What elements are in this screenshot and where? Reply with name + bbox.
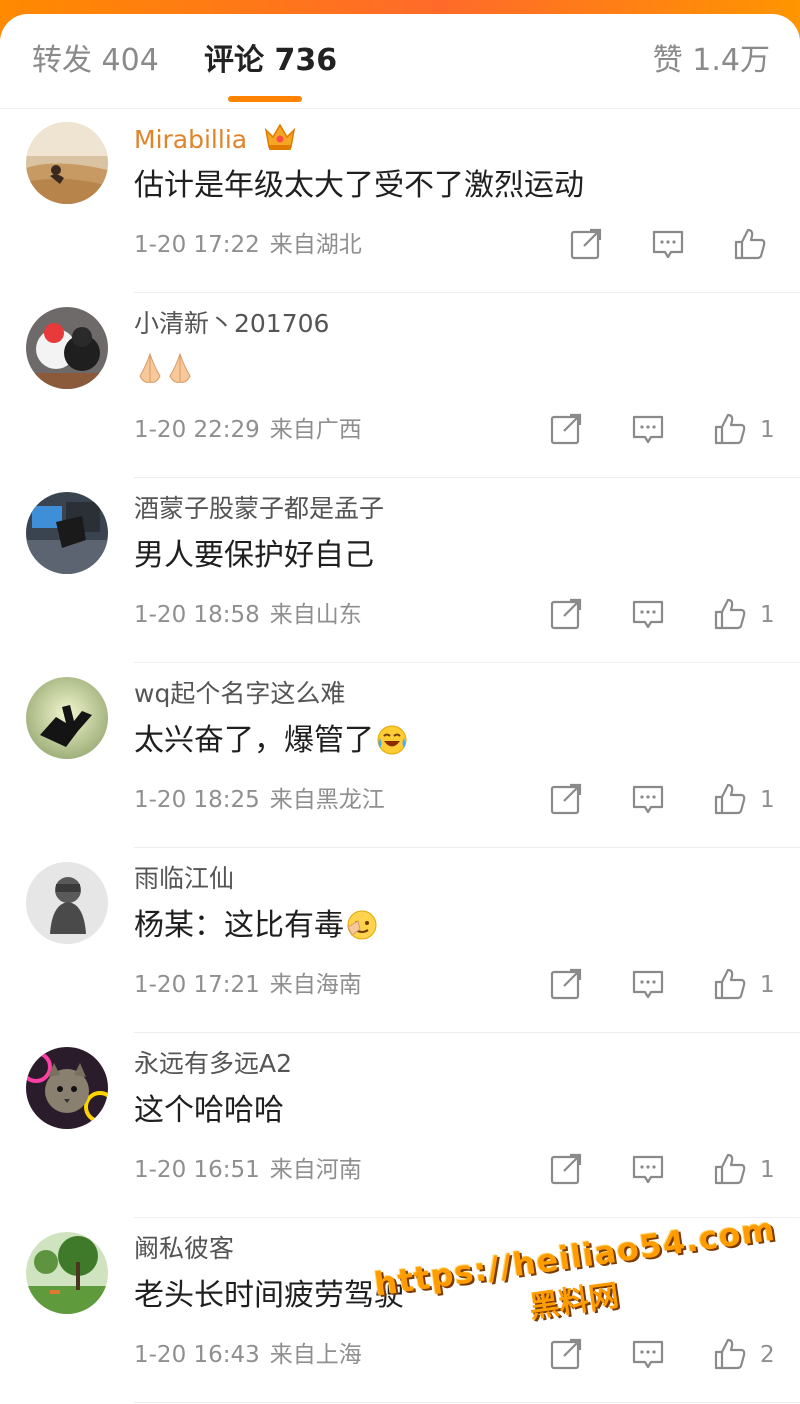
avatar[interactable]: [26, 1232, 108, 1314]
username[interactable]: 阚私彼客: [134, 1232, 234, 1266]
comment-meta: 1-20 22:29 来自广西: [134, 413, 362, 447]
comment-location: 来自广西: [269, 417, 362, 443]
comment-location: 来自河南: [269, 1157, 362, 1183]
comment-text: 男人要保护好自己: [134, 538, 374, 573]
comment-location: 来自海南: [269, 972, 362, 998]
thumbs-up-icon[interactable]: [712, 1336, 748, 1372]
comment-icon[interactable]: [650, 226, 686, 262]
tab-comments[interactable]: 评论 736: [204, 41, 337, 81]
thumbs-up-icon[interactable]: [732, 226, 768, 262]
comment-meta: 1-20 16:51 来自河南: [134, 1153, 362, 1187]
comment-icon[interactable]: [630, 1336, 666, 1372]
comment-item: wq起个名字这么难 太兴奋了，爆管了 1-20 18:25 来自黑龙江 1: [0, 663, 800, 848]
comment-item: 酒蒙子股蒙子都是孟子 男人要保护好自己 1-20 18:58 来自山东 1: [0, 478, 800, 663]
laughing-crying-emoji-icon: [376, 724, 408, 769]
comment-text: 估计是年级太大了受不了激烈运动: [134, 168, 584, 203]
share-icon[interactable]: [548, 781, 584, 817]
comment-text-body: 太兴奋了，爆管了: [134, 723, 374, 758]
comment-text: 太兴奋了，爆管了: [134, 719, 408, 769]
comment-text: 杨某：这比有毒: [134, 904, 378, 954]
comment-item: 雨临江仙 杨某：这比有毒 1-20 17:21 来自海南 1: [0, 848, 800, 1033]
comment-location: 来自湖北: [269, 232, 362, 258]
comment-meta: 1-20 17:21 来自海南: [134, 968, 362, 1002]
comment-item: 永远有多远A2 这个哈哈哈 1-20 16:51 来自河南 1: [0, 1033, 800, 1218]
avatar[interactable]: [26, 1047, 108, 1129]
comment-location: 来自上海: [269, 1342, 362, 1368]
comment-text-body: 杨某：这比有毒: [134, 908, 344, 943]
crown-icon: [264, 123, 296, 150]
thumbs-up-icon[interactable]: [712, 1151, 748, 1187]
comment-location: 来自山东: [269, 602, 362, 628]
thumbs-up-icon[interactable]: [712, 966, 748, 1002]
salute-emoji-icon: [346, 909, 378, 954]
username-text[interactable]: Mirabillia: [134, 125, 247, 154]
comment-time: 1-20 18:25: [134, 787, 260, 813]
username[interactable]: Mirabillia: [134, 122, 297, 157]
comment-time: 1-20 17:22: [134, 232, 260, 258]
divider: [134, 1402, 800, 1403]
share-icon[interactable]: [548, 1336, 584, 1372]
comment-icon[interactable]: [630, 596, 666, 632]
username[interactable]: wq起个名字这么难: [134, 677, 345, 711]
share-icon[interactable]: [548, 596, 584, 632]
like-count: 1: [760, 787, 775, 813]
tab-likes[interactable]: 赞 1.4万: [653, 41, 770, 81]
active-tab-indicator: [228, 96, 302, 102]
comment-time: 1-20 22:29: [134, 417, 260, 443]
comment-icon[interactable]: [630, 411, 666, 447]
comment-icon[interactable]: [630, 966, 666, 1002]
username[interactable]: 小清新丶201706: [134, 307, 329, 341]
comment-text: [134, 349, 196, 399]
share-icon[interactable]: [548, 1151, 584, 1187]
comment-time: 1-20 18:58: [134, 602, 260, 628]
comment-text: 老头长时间疲劳驾驶: [134, 1278, 404, 1313]
comment-meta: 1-20 17:22 来自湖北: [134, 228, 362, 262]
comment-time: 1-20 17:21: [134, 972, 260, 998]
comment-meta: 1-20 18:58 来自山东: [134, 598, 362, 632]
tab-repost[interactable]: 转发 404: [32, 41, 159, 81]
comment-text: 这个哈哈哈: [134, 1093, 284, 1128]
praying-hands-icon: [136, 352, 196, 399]
share-icon[interactable]: [548, 966, 584, 1002]
share-icon[interactable]: [548, 411, 584, 447]
comment-meta: 1-20 16:43 来自上海: [134, 1338, 362, 1372]
avatar[interactable]: [26, 307, 108, 389]
avatar[interactable]: [26, 677, 108, 759]
comment-list: Mirabillia 估计是年级太大了受不了激烈运动 1-20 17:22 来自湖…: [0, 108, 800, 1403]
username[interactable]: 酒蒙子股蒙子都是孟子: [134, 492, 384, 526]
comment-item: 小清新丶201706 1-20 22:29 来自广西 1: [0, 293, 800, 478]
comment-item: Mirabillia 估计是年级太大了受不了激烈运动 1-20 17:22 来自湖…: [0, 108, 800, 293]
thumbs-up-icon[interactable]: [712, 781, 748, 817]
like-count: 1: [760, 602, 775, 628]
like-count: 1: [760, 1157, 775, 1183]
thumbs-up-icon[interactable]: [712, 411, 748, 447]
comment-sheet: 转发 404 评论 736 赞 1.4万 Mirabillia 估计是年级太大了…: [0, 14, 800, 1404]
thumbs-up-icon[interactable]: [712, 596, 748, 632]
comment-time: 1-20 16:43: [134, 1342, 260, 1368]
tab-bar: 转发 404 评论 736 赞 1.4万: [0, 14, 800, 109]
avatar[interactable]: [26, 862, 108, 944]
comment-icon[interactable]: [630, 1151, 666, 1187]
comment-location: 来自黑龙江: [269, 787, 385, 813]
like-count: 1: [760, 972, 775, 998]
comment-icon[interactable]: [630, 781, 666, 817]
comment-meta: 1-20 18:25 来自黑龙江: [134, 783, 385, 817]
comment-item: 阚私彼客 老头长时间疲劳驾驶 1-20 16:43 来自上海 2: [0, 1218, 800, 1403]
avatar[interactable]: [26, 122, 108, 204]
share-icon[interactable]: [568, 226, 604, 262]
like-count: 1: [760, 417, 775, 443]
username[interactable]: 雨临江仙: [134, 862, 234, 896]
username[interactable]: 永远有多远A2: [134, 1047, 292, 1081]
comment-time: 1-20 16:51: [134, 1157, 260, 1183]
like-count: 2: [760, 1342, 775, 1368]
avatar[interactable]: [26, 492, 108, 574]
